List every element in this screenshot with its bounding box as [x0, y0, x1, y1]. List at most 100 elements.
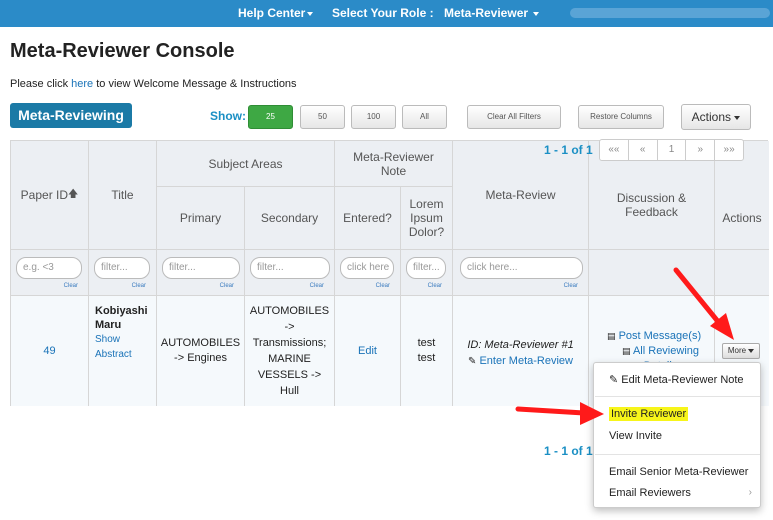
edit-icon: ✎ [468, 356, 477, 367]
paper-id-header-label: Paper ID [20, 188, 69, 202]
col-header-meta-reviewer-note: Meta-Reviewer Note [335, 141, 453, 187]
filter-cell-actions [715, 250, 769, 296]
col-header-paper-id[interactable]: Paper ID 🡅 [11, 141, 89, 250]
post-message-link[interactable]: Post Message(s) [619, 330, 702, 342]
caret-down-icon [748, 348, 755, 353]
clear-link[interactable]: Clear [428, 283, 442, 289]
caret-down-icon [734, 115, 741, 120]
page-size-50-button[interactable]: 50 [300, 105, 345, 129]
menu-item-edit-note[interactable]: ✎ Edit Meta-Reviewer Note [609, 373, 744, 386]
prev-page-button[interactable]: « [629, 140, 658, 160]
first-page-button[interactable]: «« [600, 140, 629, 160]
cell-paper-id: 49 [11, 296, 89, 406]
paper-id-link[interactable]: 49 [43, 345, 55, 357]
filter-cell-entered: click here Clear [335, 250, 401, 296]
secondary-filter-input[interactable]: filter... [250, 257, 330, 279]
invite-reviewer-label: Invite Reviewer [609, 407, 689, 421]
pagination-range-top: 1 - 1 of 1 [544, 143, 593, 157]
blurred-user-info [570, 8, 770, 18]
col-header-meta-review[interactable]: Meta-Review [453, 141, 589, 250]
lorem-filter-input[interactable]: filter... [406, 257, 446, 279]
edit-icon: ✎ [609, 374, 619, 386]
document-icon: ▤ [607, 330, 616, 341]
role-dropdown[interactable]: Meta-Reviewer [444, 6, 540, 20]
clear-link[interactable]: Clear [310, 283, 324, 289]
menu-item-email-senior[interactable]: Email Senior Meta-Reviewer [609, 466, 748, 478]
clear-link[interactable]: Clear [220, 283, 234, 289]
title-filter-input[interactable]: filter... [94, 257, 150, 279]
actions-dropdown-button[interactable]: Actions [681, 104, 751, 130]
filter-cell-primary: filter... Clear [157, 250, 245, 296]
clear-link[interactable]: Clear [564, 283, 578, 289]
caret-down-icon [533, 11, 540, 16]
col-header-title[interactable]: Title [89, 141, 157, 250]
page-size-25-button[interactable]: 25 [248, 105, 293, 129]
filter-cell-discussion [589, 250, 715, 296]
role-label: Meta-Reviewer [444, 6, 529, 20]
clear-all-filters-button[interactable]: Clear All Filters [467, 105, 561, 129]
menu-item-email-reviewers[interactable]: Email Reviewers [609, 487, 691, 499]
cell-primary: AUTOMOBILES -> Engines [157, 296, 245, 406]
cell-entered: Edit [335, 296, 401, 406]
restore-columns-button[interactable]: Restore Columns [578, 105, 664, 129]
primary-filter-input[interactable]: filter... [162, 257, 240, 279]
menu-item-view-invite[interactable]: View Invite [609, 430, 662, 442]
page-title: Meta-Reviewer Console [10, 40, 235, 62]
filter-cell-lorem: filter... Clear [401, 250, 453, 296]
welcome-prefix: Please click [10, 78, 72, 90]
help-center-label: Help Center [238, 6, 306, 20]
menu-divider [595, 454, 760, 455]
show-label: Show: [210, 109, 246, 123]
document-icon: ▤ [622, 345, 631, 356]
chevron-right-icon: › [748, 487, 752, 498]
pagination-range-bottom: 1 - 1 of 1 [544, 444, 593, 458]
welcome-suffix: to view Welcome Message & Instructions [93, 78, 297, 90]
top-nav-bar: Help Center Select Your Role : Meta-Revi… [0, 0, 773, 27]
last-page-button[interactable]: »» [715, 140, 743, 160]
col-header-subject-areas: Subject Areas [157, 141, 335, 187]
filter-cell-paper-id: e.g. <3 Clear [11, 250, 89, 296]
page-size-all-button[interactable]: All [402, 105, 447, 129]
post-message-link-wrap[interactable]: ▤ Post Message(s) [607, 329, 701, 344]
filter-cell-meta-review: click here... Clear [453, 250, 589, 296]
meta-review-filter-input[interactable]: click here... [460, 257, 583, 279]
cell-secondary: AUTOMOBILES -> Transmissions; MARINE VES… [245, 296, 335, 406]
clear-link[interactable]: Clear [64, 283, 78, 289]
page-size-100-button[interactable]: 100 [351, 105, 396, 129]
page-1-button[interactable]: 1 [658, 140, 687, 160]
sort-arrow-up-icon: 🡅 [68, 188, 79, 200]
filter-cell-title: filter... Clear [89, 250, 157, 296]
welcome-link[interactable]: here [71, 78, 93, 90]
help-center-menu[interactable]: Help Center [238, 6, 314, 20]
more-label: More [727, 346, 747, 355]
col-header-entered[interactable]: Entered? [335, 187, 401, 250]
meta-review-id: ID: Meta-Reviewer #1 [467, 339, 574, 351]
cell-meta-review: ID: Meta-Reviewer #1 ✎ Enter Meta-Review [453, 296, 589, 406]
pagination-controls: «« « 1 » »» [599, 139, 744, 161]
col-header-lorem[interactable]: Lorem Ipsum Dolor? [401, 187, 453, 250]
edit-note-link[interactable]: Edit [358, 345, 377, 357]
clear-link[interactable]: Clear [376, 283, 390, 289]
enter-meta-review-link[interactable]: Enter Meta-Review [479, 355, 573, 367]
more-button[interactable]: More [722, 343, 760, 359]
caret-down-icon [307, 11, 314, 16]
entered-filter-input[interactable]: click here [340, 257, 394, 279]
filter-cell-secondary: filter... Clear [245, 250, 335, 296]
select-role-label: Select Your Role : [332, 6, 434, 20]
paper-title: Kobiyashi Maru [95, 305, 148, 331]
meta-reviewing-badge: Meta-Reviewing [10, 103, 132, 128]
cell-lorem: test test [401, 296, 453, 406]
menu-divider [595, 396, 760, 397]
next-page-button[interactable]: » [686, 140, 716, 160]
col-header-primary[interactable]: Primary [157, 187, 245, 250]
clear-link[interactable]: Clear [132, 283, 146, 289]
col-header-secondary[interactable]: Secondary [245, 187, 335, 250]
more-dropdown-menu: ✎ Edit Meta-Reviewer Note Invite Reviewe… [593, 362, 761, 508]
actions-label: Actions [691, 110, 731, 124]
menu-item-invite-reviewer[interactable]: Invite Reviewer [609, 407, 689, 421]
welcome-message: Please click here to view Welcome Messag… [10, 78, 297, 90]
enter-meta-review-link-wrap[interactable]: ✎ Enter Meta-Review [468, 355, 573, 367]
paper-id-filter-input[interactable]: e.g. <3 [16, 257, 82, 279]
show-abstract-link[interactable]: Show Abstract [95, 332, 150, 362]
edit-note-label: Edit Meta-Reviewer Note [621, 374, 744, 386]
